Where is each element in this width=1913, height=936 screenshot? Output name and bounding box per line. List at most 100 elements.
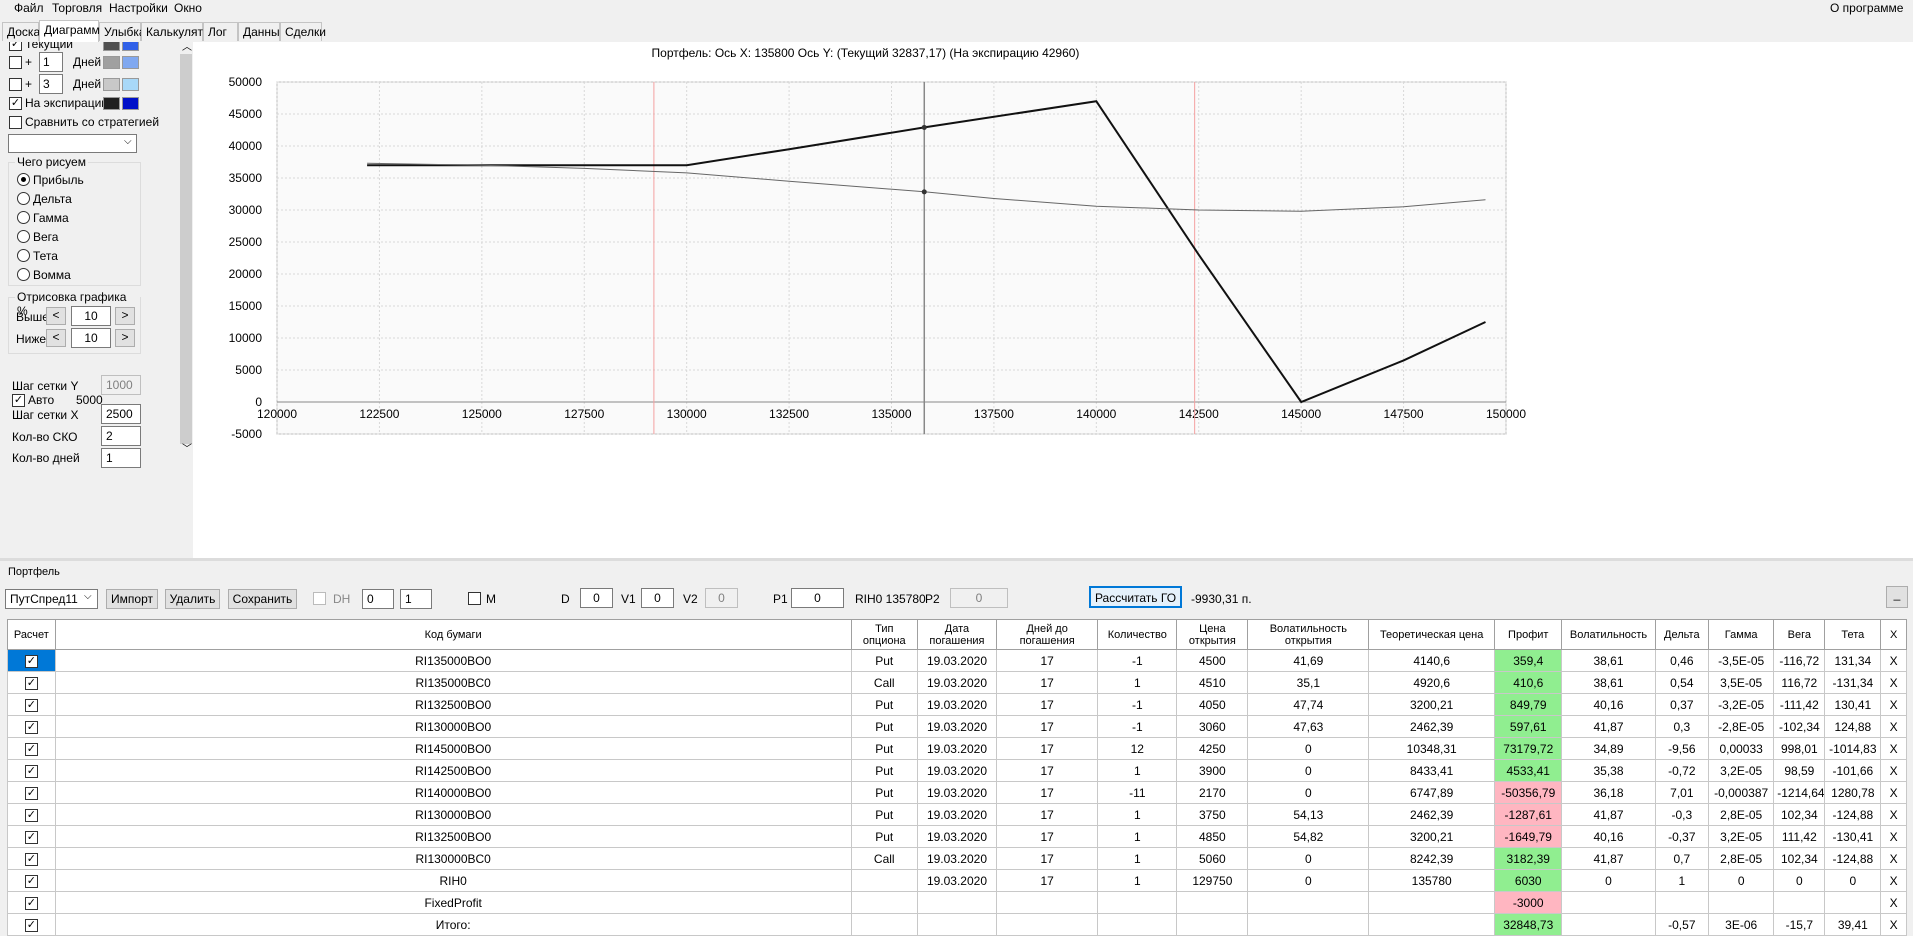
header-code[interactable]: Код бумаги: [54, 619, 852, 650]
radio-profit[interactable]: [17, 173, 30, 186]
header-profit[interactable]: Профит: [1493, 619, 1563, 650]
p2-input[interactable]: 0: [950, 588, 1008, 608]
below-decrease-button[interactable]: <: [46, 329, 66, 347]
tab-deals[interactable]: Сделки: [280, 22, 326, 41]
remove-row-button[interactable]: X: [1880, 737, 1907, 760]
remove-row-button[interactable]: X: [1880, 671, 1907, 694]
strategy-select[interactable]: [8, 134, 137, 153]
menu-settings[interactable]: Настройки: [109, 1, 168, 15]
expiry-light-swatch[interactable]: [122, 97, 139, 110]
plus1-light-swatch[interactable]: [122, 56, 139, 69]
tab-smile[interactable]: Улыбка: [99, 22, 146, 41]
tab-calculator[interactable]: Калькулятор: [141, 22, 216, 41]
save-button[interactable]: Сохранить: [228, 589, 297, 609]
header-date[interactable]: Дата погашения: [916, 619, 998, 650]
chevron-down-icon[interactable]: ⌵: [124, 136, 132, 147]
remove-row-button[interactable]: X: [1880, 649, 1907, 672]
plus1-dark-swatch[interactable]: [103, 56, 120, 69]
remove-row-button[interactable]: X: [1880, 781, 1907, 804]
calc-checkbox[interactable]: ✓: [24, 677, 38, 690]
header-open-vol[interactable]: Волатильность открытия: [1247, 619, 1370, 650]
scrollbar-thumb[interactable]: [180, 54, 192, 444]
tab-log[interactable]: Лог: [203, 22, 238, 41]
table-row[interactable]: ✓ RI132500BO0 Put 19.03.2020 17 -1 4050 47,74 32…: [7, 693, 1907, 716]
delete-button[interactable]: Удалить: [165, 589, 220, 609]
dh-input-1[interactable]: 0: [362, 589, 394, 609]
calc-checkbox[interactable]: ✓: [24, 875, 38, 888]
settings-scrollbar[interactable]: ︿ ﹀: [179, 42, 193, 559]
remove-row-button[interactable]: X: [1880, 825, 1907, 848]
plus1-days-input[interactable]: 1: [39, 52, 63, 72]
calc-checkbox[interactable]: ✓: [24, 743, 38, 756]
header-days[interactable]: Дней до погашения: [996, 619, 1099, 650]
remove-row-button[interactable]: X: [1880, 913, 1907, 936]
remove-row-button[interactable]: X: [1880, 891, 1907, 914]
menu-about[interactable]: О программе: [1830, 1, 1903, 15]
calc-checkbox[interactable]: ✓: [24, 721, 38, 734]
plus2-days-input[interactable]: 3: [39, 74, 63, 94]
calc-checkbox[interactable]: ✓: [24, 765, 38, 778]
header-theta[interactable]: Тета: [1824, 619, 1882, 650]
calculate-margin-button[interactable]: Рассчитать ГО: [1089, 586, 1182, 608]
table-row[interactable]: ✓ FixedProfit -3000 X: [7, 891, 1907, 914]
table-row[interactable]: ✓ RI135000BO0 Put 19.03.2020 17 -1 4500 41,69 41…: [7, 649, 1907, 672]
current-checkbox[interactable]: ✓: [9, 42, 22, 51]
dh-checkbox[interactable]: [313, 592, 326, 605]
header-gamma[interactable]: Гамма: [1708, 619, 1775, 650]
plus2-checkbox[interactable]: [9, 78, 22, 91]
grid-x-input[interactable]: 2500: [101, 404, 141, 424]
p1-input[interactable]: 0: [791, 588, 844, 608]
below-increase-button[interactable]: >: [115, 329, 135, 347]
header-qty[interactable]: Количество: [1097, 619, 1178, 650]
header-calc[interactable]: Расчет: [7, 619, 56, 650]
days-count-input[interactable]: 1: [101, 448, 141, 468]
table-row[interactable]: ✓ RI145000BO0 Put 19.03.2020 17 12 4250 0 10348,…: [7, 737, 1907, 760]
splitter[interactable]: [0, 558, 1913, 561]
minimize-button[interactable]: _: [1886, 586, 1908, 608]
menu-window[interactable]: Окно: [174, 1, 202, 15]
d-input[interactable]: 0: [580, 588, 613, 608]
remove-row-button[interactable]: X: [1880, 759, 1907, 782]
above-input[interactable]: 10: [71, 306, 111, 326]
table-row[interactable]: ✓ RI140000BO0 Put 19.03.2020 17 -11 2170 0 6747,…: [7, 781, 1907, 804]
current-dark-swatch[interactable]: [103, 42, 120, 51]
remove-row-button[interactable]: X: [1880, 715, 1907, 738]
remove-row-button[interactable]: X: [1880, 869, 1907, 892]
below-input[interactable]: 10: [71, 328, 111, 348]
table-row[interactable]: ✓ RI130000BC0 Call 19.03.2020 17 1 5060 0 8242,3…: [7, 847, 1907, 870]
chevron-down-icon[interactable]: ⌵: [84, 591, 92, 602]
tab-board[interactable]: Доска: [2, 22, 40, 41]
header-vol[interactable]: Волатильность: [1561, 619, 1656, 650]
above-increase-button[interactable]: >: [115, 307, 135, 325]
header-open-price[interactable]: Цена открытия: [1176, 619, 1249, 650]
compare-checkbox[interactable]: [9, 116, 22, 129]
radio-theta[interactable]: [17, 249, 30, 262]
remove-row-button[interactable]: X: [1880, 803, 1907, 826]
radio-vega[interactable]: [17, 230, 30, 243]
header-vega[interactable]: Вега: [1773, 619, 1826, 650]
radio-delta[interactable]: [17, 192, 30, 205]
m-checkbox[interactable]: [468, 592, 481, 605]
calc-checkbox[interactable]: ✓: [24, 831, 38, 844]
grid-y-input[interactable]: 1000: [101, 375, 141, 395]
calc-checkbox[interactable]: ✓: [24, 897, 38, 910]
table-row[interactable]: ✓ RI130000BO0 Put 19.03.2020 17 1 3750 54,13 246…: [7, 803, 1907, 826]
tab-diagram[interactable]: Диаграмма: [39, 20, 106, 42]
calc-checkbox[interactable]: ✓: [24, 919, 38, 932]
remove-row-button[interactable]: X: [1880, 847, 1907, 870]
expiry-checkbox[interactable]: ✓: [9, 97, 22, 110]
plus2-dark-swatch[interactable]: [103, 78, 120, 91]
table-row[interactable]: ✓ RI142500BO0 Put 19.03.2020 17 1 3900 0 8433,41…: [7, 759, 1907, 782]
calc-checkbox[interactable]: ✓: [24, 853, 38, 866]
remove-row-button[interactable]: X: [1880, 693, 1907, 716]
current-light-swatch[interactable]: [122, 42, 139, 51]
table-row[interactable]: ✓ RIH0 19.03.2020 17 1 129750 0 135780 6030 0 1 0 0 0…: [7, 869, 1907, 892]
table-row[interactable]: ✓ RI130000BO0 Put 19.03.2020 17 -1 3060 47,63 24…: [7, 715, 1907, 738]
chevron-up-icon[interactable]: ︿: [182, 38, 192, 53]
header-theo-price[interactable]: Теоретическая цена: [1368, 619, 1495, 650]
radio-vomma[interactable]: [17, 268, 30, 281]
dh-input-2[interactable]: 1: [400, 589, 432, 609]
header-type[interactable]: Тип опциона: [850, 619, 918, 650]
table-row[interactable]: ✓ RI135000BC0 Call 19.03.2020 17 1 4510 35,1 492…: [7, 671, 1907, 694]
payoff-chart[interactable]: Портфель: Ось X: 135800 Ось Y: (Текущий …: [193, 42, 1913, 559]
